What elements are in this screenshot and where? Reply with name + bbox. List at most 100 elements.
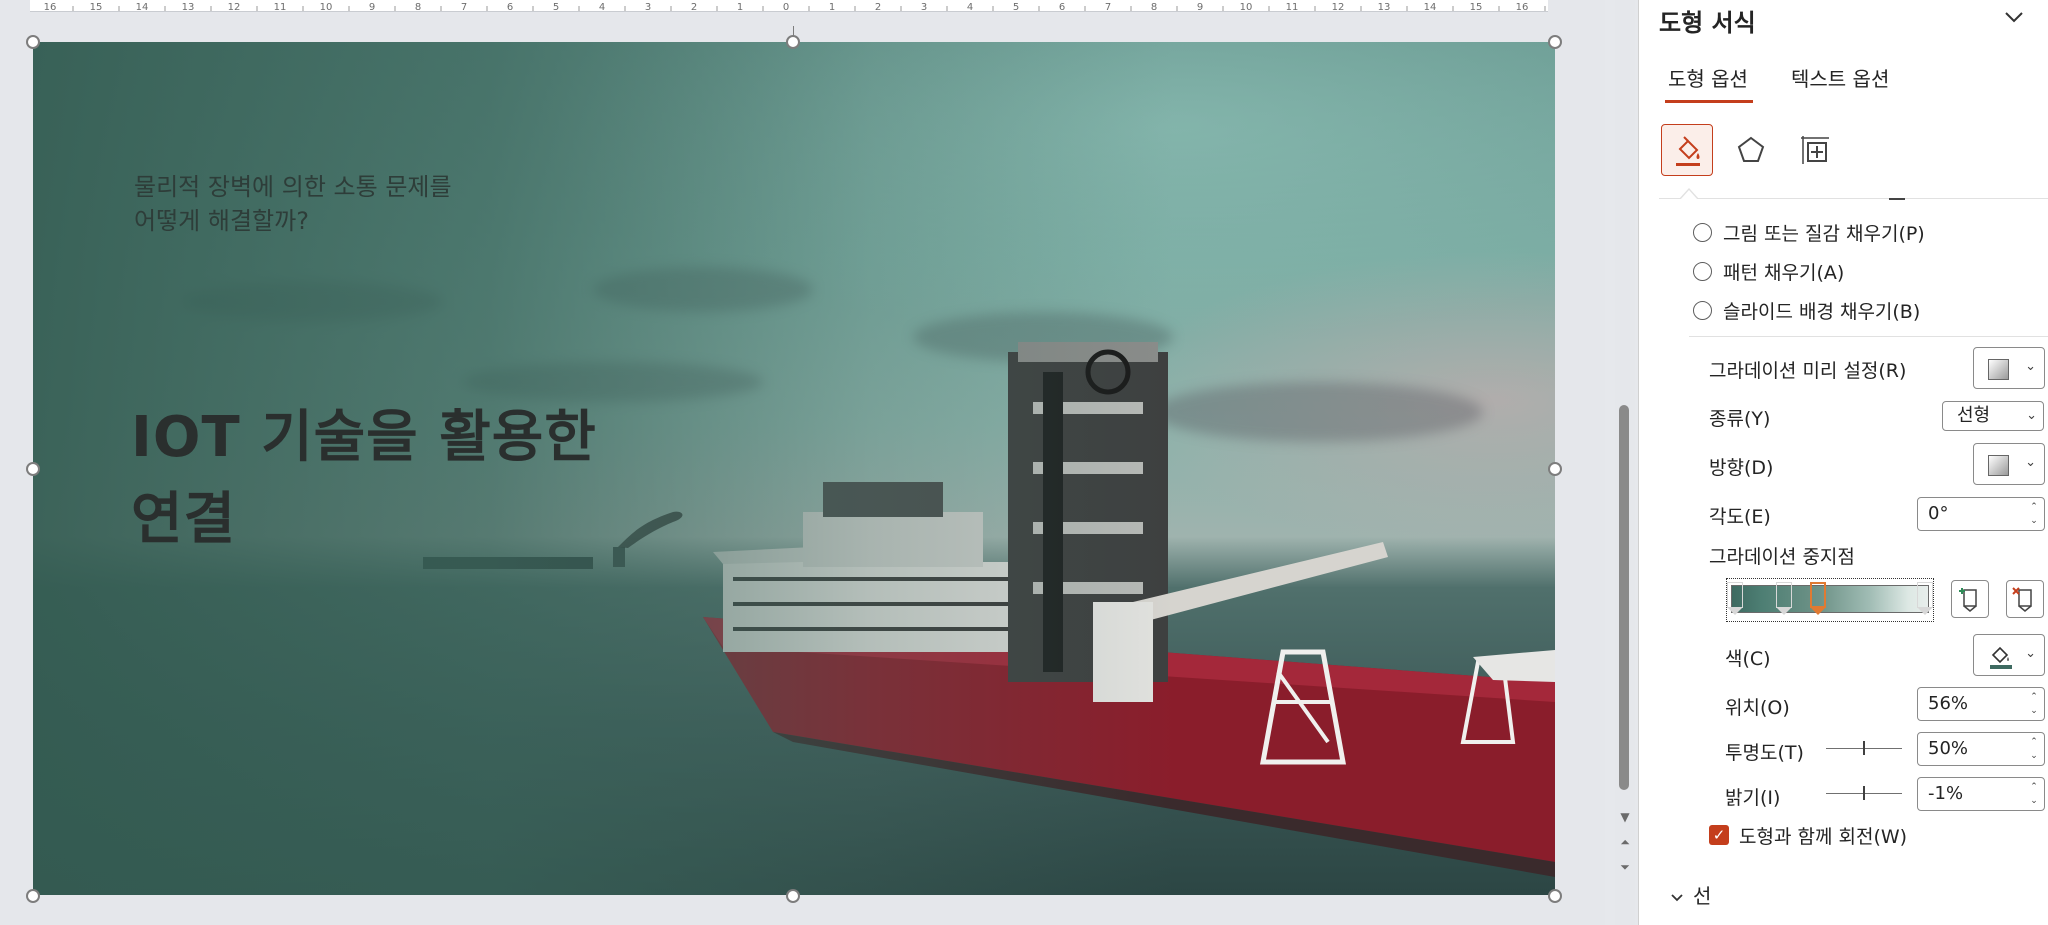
gradient-preset-label: 그라데이션 미리 설정(R) bbox=[1709, 360, 1907, 382]
add-stop-icon bbox=[1959, 588, 1977, 612]
gradient-stop[interactable] bbox=[1726, 582, 1743, 615]
scroll-down-arrow-icon[interactable]: ▼ bbox=[1617, 810, 1633, 824]
horizontal-ruler[interactable]: 16 15 14 13 12 11 10 9 8 7 6 5 4 3 2 1 0 1 2 3 4 5 6 7 8 9 10 11 12 1… bbox=[30, 0, 1548, 12]
subtitle-line-2: 어떻게 해결할까? bbox=[134, 207, 309, 235]
transparency-slider-thumb[interactable] bbox=[1863, 741, 1865, 755]
gradient-direction-dropdown[interactable]: ⌄ bbox=[1973, 443, 2045, 485]
gradient-stop[interactable] bbox=[1917, 582, 1934, 615]
title-line-1: IOT 기술을 활용한 bbox=[131, 405, 597, 470]
scrollbar-thumb[interactable] bbox=[1619, 405, 1629, 790]
pane-title: 도형 서식 bbox=[1659, 9, 1756, 37]
ruler-label: 14 bbox=[1424, 2, 1437, 12]
radio-label: 패턴 채우기(A) bbox=[1723, 261, 1845, 284]
spin-up-icon[interactable]: ⌃ bbox=[2028, 500, 2040, 514]
gradient-stop-selected[interactable] bbox=[1810, 582, 1827, 615]
radio-picture-texture-fill[interactable]: 그림 또는 질감 채우기(P) bbox=[1693, 219, 1925, 245]
paint-bucket-icon bbox=[1990, 646, 2012, 669]
slide-editing-area[interactable]: 16 15 14 13 12 11 10 9 8 7 6 5 4 3 2 1 0 1 2 3 4 5 6 7 8 9 10 11 12 1… bbox=[0, 0, 1605, 925]
resize-handle-top-left[interactable] bbox=[26, 35, 40, 49]
stop-body bbox=[1726, 582, 1743, 608]
ruler-label: 8 bbox=[1151, 2, 1157, 12]
brightness-slider-thumb[interactable] bbox=[1863, 786, 1865, 800]
stop-color-dropdown[interactable]: ⌄ bbox=[1973, 634, 2045, 676]
ruler-label: 14 bbox=[136, 2, 149, 12]
resize-handle-bottom[interactable] bbox=[786, 889, 800, 903]
gradient-angle-input[interactable]: 0° ⌃ ⌄ bbox=[1917, 497, 2045, 531]
brightness-input[interactable]: -1% ⌃ ⌄ bbox=[1917, 777, 2045, 811]
resize-handle-bottom-left[interactable] bbox=[26, 889, 40, 903]
transparency-label: 투명도(T) bbox=[1725, 742, 1804, 764]
ruler-label: 9 bbox=[1197, 2, 1203, 12]
slide-subtitle[interactable]: 물리적 장벽에 의한 소통 문제를 어떻게 해결할까? bbox=[134, 170, 554, 238]
radio-button[interactable] bbox=[1693, 300, 1712, 320]
resize-handle-left[interactable] bbox=[26, 462, 40, 476]
radio-slide-background-fill[interactable]: 슬라이드 배경 채우기(B) bbox=[1693, 297, 1920, 323]
direction-swatch-icon bbox=[1988, 455, 2009, 476]
effects-pentagon-icon[interactable] bbox=[1725, 124, 1777, 176]
stop-pointer bbox=[1726, 607, 1743, 615]
transparency-value: 50% bbox=[1928, 738, 1969, 759]
spin-down-icon[interactable]: ⌄ bbox=[2028, 749, 2040, 763]
ruler-label: 1 bbox=[737, 2, 743, 12]
ruler-label: 16 bbox=[44, 2, 57, 12]
spin-up-icon[interactable]: ⌃ bbox=[2028, 780, 2040, 794]
spin-down-icon[interactable]: ⌄ bbox=[2028, 514, 2040, 528]
ruler-label: 3 bbox=[921, 2, 927, 12]
line-section-label: 선 bbox=[1693, 884, 1712, 908]
slide-image-shape[interactable]: 물리적 장벽에 의한 소통 문제를 어떻게 해결할까? IOT 기술을 활용한 … bbox=[33, 42, 1555, 895]
ruler-label: 6 bbox=[507, 2, 513, 12]
tab-shape-options[interactable]: 도형 옵션 bbox=[1668, 63, 1748, 92]
title-line-2: 연결 bbox=[131, 487, 237, 552]
remove-gradient-stop-button[interactable] bbox=[2006, 580, 2044, 618]
tab-text-options[interactable]: 텍스트 옵션 bbox=[1791, 63, 1889, 92]
stop-position-label: 위치(O) bbox=[1725, 697, 1790, 719]
resize-handle-top-right[interactable] bbox=[1548, 35, 1562, 49]
spin-up-icon[interactable]: ⌃ bbox=[2028, 735, 2040, 749]
radio-pattern-fill[interactable]: 패턴 채우기(A) bbox=[1693, 258, 1844, 284]
radio-button[interactable] bbox=[1693, 261, 1712, 281]
previous-slide-icon[interactable]: ⏶ bbox=[1617, 835, 1633, 849]
ruler-label: 12 bbox=[1332, 2, 1345, 12]
vertical-scrollbar[interactable]: ▼ ⏶ ⏷ bbox=[1615, 0, 1635, 925]
ruler-label: 7 bbox=[1105, 2, 1111, 12]
ruler-label: 8 bbox=[415, 2, 421, 12]
stop-body bbox=[1810, 582, 1827, 608]
spin-down-icon[interactable]: ⌄ bbox=[2028, 794, 2040, 808]
stop-position-input[interactable]: 56% ⌃ ⌄ bbox=[1917, 687, 2045, 721]
ruler-label: 0 bbox=[783, 2, 789, 12]
stop-pointer bbox=[1776, 607, 1793, 615]
radio-button[interactable] bbox=[1693, 222, 1712, 242]
ruler-label: 15 bbox=[1470, 2, 1483, 12]
line-section-header[interactable]: 선 bbox=[1669, 880, 1711, 909]
rotate-with-shape-checkbox[interactable]: ✓ bbox=[1709, 825, 1729, 845]
size-properties-icon[interactable] bbox=[1789, 124, 1841, 176]
ruler-label: 1 bbox=[829, 2, 835, 12]
pane-options-chevron-icon[interactable] bbox=[1999, 2, 2029, 32]
spin-up-icon[interactable]: ⌃ bbox=[2028, 690, 2040, 704]
ruler-label: 13 bbox=[182, 2, 195, 12]
resize-handle-bottom-right[interactable] bbox=[1548, 889, 1562, 903]
resize-handle-top[interactable] bbox=[786, 35, 800, 49]
scroll-indicator bbox=[1889, 198, 1905, 200]
spin-down-icon[interactable]: ⌄ bbox=[2028, 704, 2040, 718]
ruler-ticks: 16 15 14 13 12 11 10 9 8 7 6 5 4 3 2 1 0 1 2 3 4 5 6 7 8 9 10 11 12 1… bbox=[44, 2, 1546, 12]
transparency-input[interactable]: 50% ⌃ ⌄ bbox=[1917, 732, 2045, 766]
active-tab-indicator bbox=[1665, 100, 1753, 103]
brightness-value: -1% bbox=[1928, 783, 1964, 804]
gradient-direction-label: 방향(D) bbox=[1709, 457, 1774, 479]
stop-position-value: 56% bbox=[1928, 693, 1969, 714]
gradient-preset-dropdown[interactable]: ⌄ bbox=[1973, 347, 2045, 389]
next-slide-icon[interactable]: ⏷ bbox=[1617, 860, 1633, 874]
slide-title[interactable]: IOT 기술을 활용한 연결 bbox=[131, 397, 691, 561]
add-gradient-stop-button[interactable] bbox=[1951, 580, 1989, 618]
gradient-type-select[interactable]: 선형 ⌄ bbox=[1942, 401, 2044, 431]
resize-handle-right[interactable] bbox=[1548, 462, 1562, 476]
fill-line-icon[interactable] bbox=[1661, 124, 1713, 176]
gradient-stop[interactable] bbox=[1776, 582, 1793, 615]
ruler-label: 16 bbox=[1516, 2, 1529, 12]
gradient-stops-label: 그라데이션 중지점 bbox=[1709, 546, 1855, 568]
ruler-label: 11 bbox=[274, 2, 287, 12]
gradient-stops-bar[interactable] bbox=[1726, 578, 1934, 622]
section-divider bbox=[1689, 336, 2048, 337]
gradient-type-label: 종류(Y) bbox=[1709, 408, 1771, 430]
